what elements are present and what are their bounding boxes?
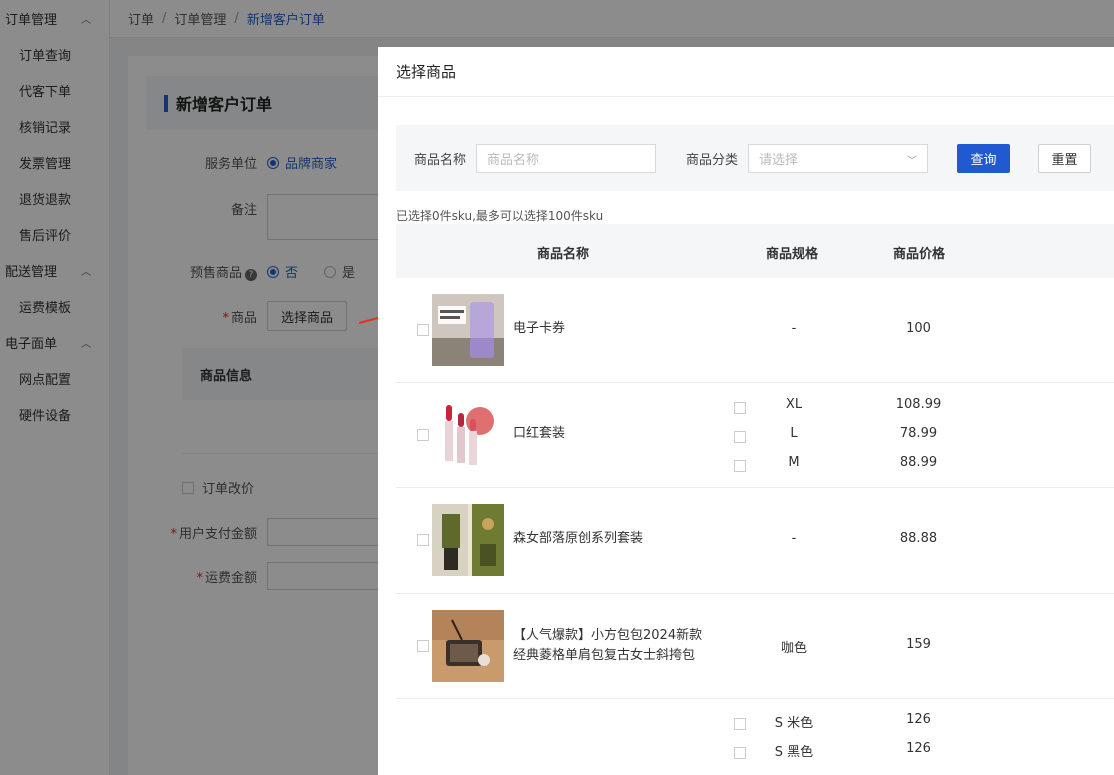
table-row: 森女部落原创系列套装 - 88.88 (396, 488, 1114, 594)
sku-checkbox[interactable] (734, 460, 746, 472)
sku-price: 159 (906, 637, 931, 652)
selection-count-hint: 已选择0件sku,最多可以选择100件sku (396, 209, 604, 223)
name-search-label: 商品名称 (414, 152, 467, 168)
sku-spec: XL (785, 397, 803, 412)
row-checkbox[interactable] (417, 534, 429, 546)
col-name: 商品名称 (537, 247, 590, 262)
product-thumbnail (432, 504, 504, 576)
sku-checkbox[interactable] (734, 718, 746, 730)
select-goods-drawer: 选择商品 商品名称 商品名称 商品分类 请选择 ﹀ 查询 重置 已选择0件sku,… (378, 47, 1114, 775)
sku-price: 88.99 (899, 455, 938, 470)
handbag-image-icon (432, 610, 504, 682)
drawer-title: 选择商品 (378, 47, 1114, 97)
sku-spec: S 黑色 (774, 745, 814, 760)
sku-checkbox[interactable] (734, 747, 746, 759)
query-button[interactable]: 查询 (957, 143, 1011, 173)
outfit-image-icon (432, 504, 504, 576)
reset-button[interactable]: 重置 (1038, 143, 1092, 173)
row-checkbox[interactable] (417, 640, 429, 652)
sku-price: 100 (906, 321, 931, 336)
table-row: 电子卡券 - 100 (396, 278, 1114, 383)
lipstick-image-icon (432, 399, 504, 471)
sku-checkbox[interactable] (734, 402, 746, 414)
name-search-placeholder: 商品名称 (487, 152, 540, 168)
category-select[interactable]: 请选择 ﹀ (748, 143, 929, 173)
sku-price: 88.88 (899, 531, 938, 546)
blender-image-icon (432, 294, 504, 366)
sku-spec: M (788, 455, 800, 470)
sku-spec: - (791, 531, 797, 546)
col-price: 商品价格 (893, 247, 946, 262)
product-thumbnail (432, 610, 504, 682)
row-checkbox[interactable] (417, 324, 429, 336)
sku-price: 126 (906, 741, 931, 756)
product-name: 【人气爆款】小方包包2024新款经典菱格单肩包复古女士斜挎包 (513, 628, 703, 663)
category-placeholder: 请选择 (759, 152, 799, 168)
sku-checkbox[interactable] (734, 431, 746, 443)
sku-spec: - (791, 321, 797, 336)
search-panel: 商品名称 商品名称 商品分类 请选择 ﹀ 查询 重置 (396, 125, 1114, 191)
goods-table-header: 商品名称 商品规格 商品价格 (396, 224, 1114, 278)
product-thumbnail (432, 294, 504, 366)
sku-price: 78.99 (899, 426, 938, 441)
product-name: 森女部落原创系列套装 (513, 531, 644, 546)
product-name: 口红套装 (513, 426, 566, 441)
sku-spec: L (790, 426, 798, 441)
sku-price: 126 (906, 712, 931, 727)
row-checkbox[interactable] (417, 429, 429, 441)
chevron-down-icon: ﹀ (907, 155, 918, 167)
sku-price: 108.99 (895, 397, 942, 412)
sku-spec: S 米色 (774, 716, 814, 731)
sku-spec: 咖色 (780, 641, 807, 656)
product-name: 电子卡券 (513, 321, 566, 336)
col-spec: 商品规格 (766, 247, 819, 262)
table-row: 【人气爆款】小方包包2024新款经典菱格单肩包复古女士斜挎包 咖色 159 (396, 594, 1114, 699)
category-label: 商品分类 (686, 152, 739, 168)
product-thumbnail (432, 399, 504, 471)
name-search-input[interactable]: 商品名称 (476, 143, 657, 173)
table-row: S 米色 126 S 黑色 126 (396, 699, 1114, 775)
table-row: 口红套装 XL 108.99 L 78.99 M 88.99 (396, 383, 1114, 488)
